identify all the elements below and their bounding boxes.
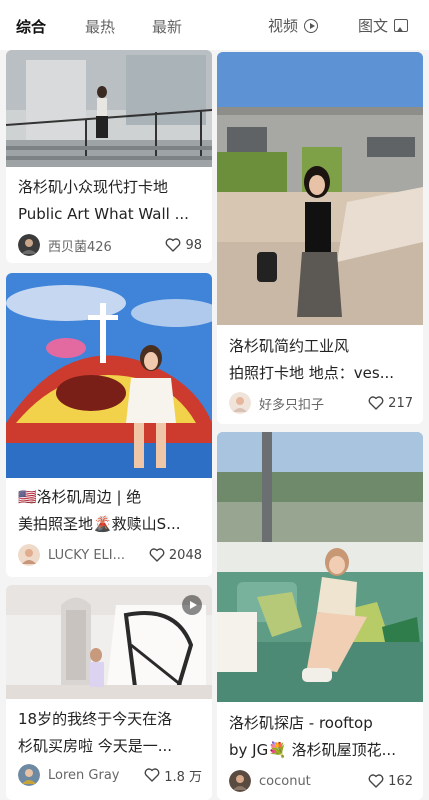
like-count: 162 [388,773,413,789]
note-title-line2: 美拍照圣地🌋救赎山S... [18,515,181,533]
note-meta: 好多只扣子 217 [229,391,413,415]
like-button[interactable]: 217 [368,396,413,411]
note-cover-image[interactable] [6,273,212,478]
author-avatar[interactable] [18,234,40,256]
author-name[interactable]: coconut [259,774,368,789]
like-count: 98 [185,237,202,253]
author-name[interactable]: Loren Gray [48,768,144,783]
like-button[interactable]: 2048 [149,548,202,563]
note-card[interactable]: 洛杉矶简约工业风 拍照打卡地 地点：ves... 好多只扣子 217 [217,52,423,424]
tab-video[interactable]: 视频 [268,15,319,36]
tab-comprehensive[interactable]: 综合 [16,16,46,37]
note-cover-image[interactable] [6,585,212,699]
heart-outline-icon [368,774,384,788]
note-title-line1: 洛杉矶小众现代打卡地 [18,178,169,196]
note-cover-image[interactable] [6,50,212,167]
note-cover-image[interactable] [217,432,423,702]
play-icon [182,595,202,615]
author-avatar[interactable] [18,544,40,566]
like-count: 217 [388,395,413,411]
note-title-line1: 洛杉矶探店 - rooftop [229,714,373,732]
note-card[interactable]: 洛杉矶小众现代打卡地 Public Art What Wall ... 西贝菌4… [6,50,212,263]
like-button[interactable]: 162 [368,774,413,789]
heart-outline-icon [368,396,384,410]
heart-outline-icon [166,238,181,252]
filter-bar: 综合 最热 最新 视频 图文 [0,0,429,50]
note-card[interactable]: 18岁的我终于今天在洛 杉矶买房啦 今天是一... Loren Gray 1.8… [6,585,212,800]
author-avatar[interactable] [18,764,40,786]
author-name[interactable]: LUCKY ELI... [48,548,149,563]
heart-outline-icon [149,548,165,562]
tab-image-text-label: 图文 [358,17,389,35]
tab-video-label: 视频 [268,17,299,35]
like-button[interactable]: 98 [165,238,202,253]
author-name[interactable]: 西贝菌426 [48,236,165,255]
note-cover-image[interactable] [217,52,423,325]
note-title-line1: 18岁的我终于今天在洛 [18,710,173,728]
note-title-line2: Public Art What Wall ... [18,205,189,223]
note-card[interactable]: 洛杉矶探店 - rooftop by JG💐 洛杉矶屋顶花... coconut… [217,432,423,800]
tab-newest[interactable]: 最新 [152,16,182,37]
like-button[interactable]: 1.8 万 [144,766,202,785]
note-meta: Loren Gray 1.8 万 [18,763,202,787]
note-title-line2: 拍照打卡地 地点：ves... [229,364,394,382]
note-meta: coconut 162 [229,769,413,793]
tab-hottest[interactable]: 最热 [85,16,115,37]
note-title-line2: 杉矶买房啦 今天是一... [18,737,173,755]
note-title-line1: 洛杉矶简约工业风 [229,337,350,355]
like-count: 2048 [168,547,202,563]
note-card[interactable]: 🇺🇸洛杉矶周边 | 绝 美拍照圣地🌋救赎山S... LUCKY ELI... 2… [6,273,212,577]
note-title-line2: by JG💐 洛杉矶屋顶花... [229,741,396,759]
author-avatar[interactable] [229,770,251,792]
tab-image-text[interactable]: 图文 [358,15,409,36]
play-circle-icon [304,18,319,33]
heart-outline-icon [144,768,160,782]
note-meta: 西贝菌426 98 [18,233,202,257]
note-title-line1: 🇺🇸洛杉矶周边 | 绝 [18,488,142,506]
image-icon [394,19,409,32]
author-name[interactable]: 好多只扣子 [259,394,368,413]
like-count: 1.8 万 [164,769,202,785]
author-avatar[interactable] [229,392,251,414]
note-meta: LUCKY ELI... 2048 [18,543,202,567]
